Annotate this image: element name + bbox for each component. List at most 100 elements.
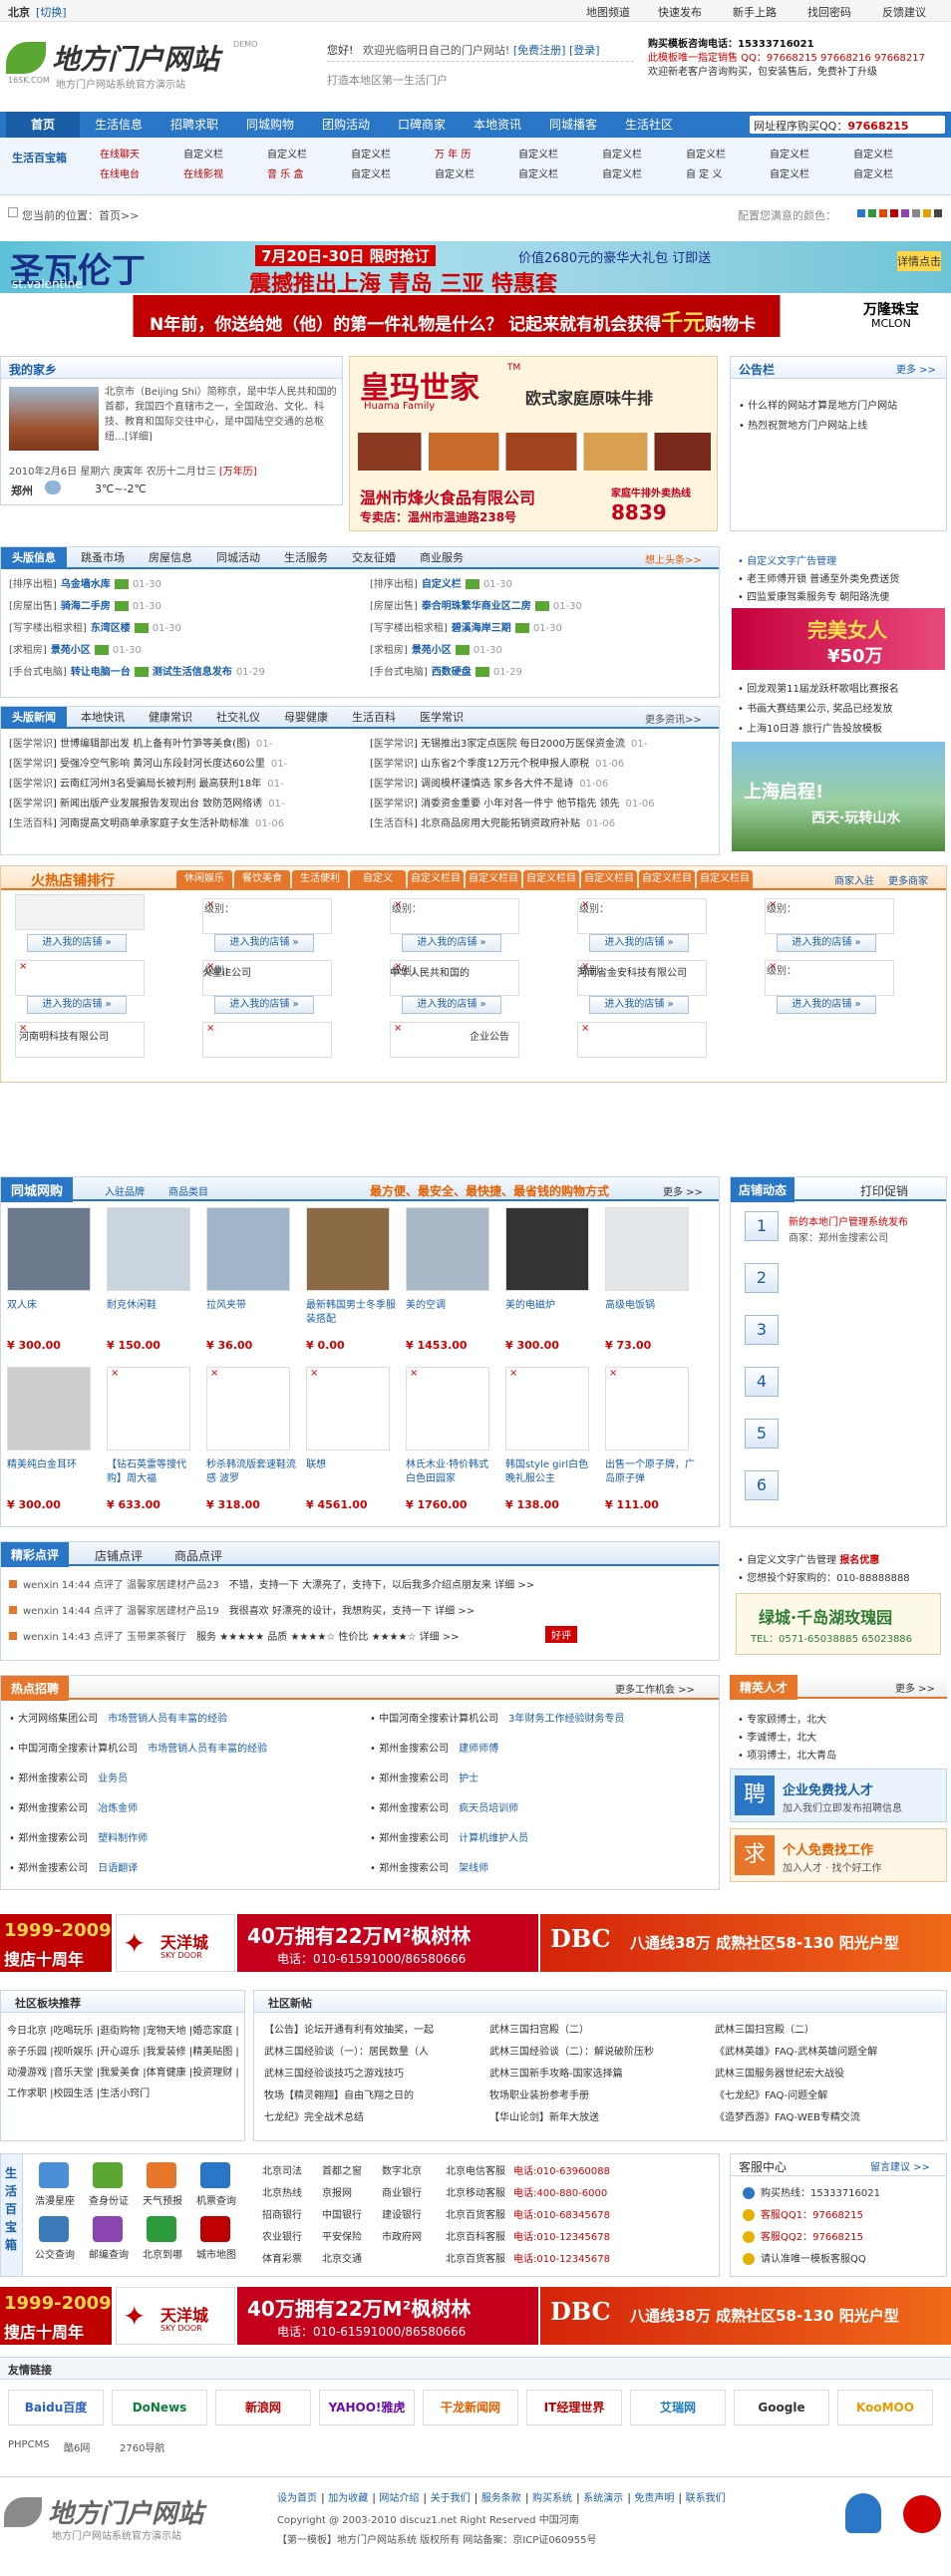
right-list-1[interactable]: • 回龙观第11届龙跃杯歌唱比赛报名 — [738, 680, 899, 695]
shop-tab-brand[interactable]: 入驻品牌 — [105, 1183, 145, 1198]
news-row-left-4[interactable]: [生活百科] 河南提高文明商单承家庭子女生活补助标准 01-06 — [9, 814, 358, 829]
product-image[interactable] — [306, 1207, 390, 1291]
job-title[interactable]: 业务员 — [98, 1773, 128, 1784]
post-mid[interactable]: 【华山论剑】新年大放送 — [489, 2108, 709, 2123]
jobs-more[interactable]: 更多工作机会 >> — [615, 1681, 695, 1696]
find-job-button[interactable]: 求 个人免费找工作 加入人才 · 找个好工作 — [730, 1828, 947, 1882]
job-row[interactable]: • 中国河南全搜索计算机公司 市场营销人员有丰富的经验 — [9, 1740, 267, 1755]
product-image[interactable] — [7, 1207, 91, 1291]
footer-link-6[interactable]: 系统演示 — [583, 2493, 623, 2504]
news-title[interactable]: 云南红河州3名受骗局长被判刑 最高获刑18年 — [60, 779, 261, 790]
skin-swatch-7[interactable] — [934, 209, 942, 217]
hot-tab-2[interactable]: 生活便利 — [292, 870, 348, 888]
nav-item-2[interactable]: 招聘求职 — [158, 112, 231, 138]
calendar-link[interactable]: [万年历] — [219, 467, 257, 478]
hot-enter-button[interactable]: 进入我的店铺 » — [27, 996, 127, 1014]
info-row-right-1[interactable]: [房屋出售] 泰合明珠繁华商业区二房 01-30 — [370, 597, 715, 612]
subnav-item-1-5[interactable]: 自定义栏 — [518, 165, 558, 180]
skin-swatch-2[interactable] — [879, 209, 887, 217]
info-row-left-4[interactable]: [手台式电脑] 转让电脑一台 测试生活信息发布 01-29 — [9, 663, 358, 678]
tel-row[interactable]: 北京百货客服 电话:010-12345678 — [446, 2250, 610, 2265]
post-row[interactable]: 牧场【精灵翱翔】自由飞翔之日的 牧场职业装扮参考手册 《七龙纪》FAQ-问题全解 — [264, 2087, 942, 2101]
top-link-newbie[interactable]: 新手上路 — [733, 4, 777, 20]
jewel-ad[interactable]: 完美女人 ¥50万 — [732, 608, 945, 670]
news-title[interactable]: 北京商品房用大兜能拓销资政府补贴 — [421, 818, 580, 829]
nav-item-8[interactable]: 生活社区 — [612, 112, 686, 138]
store-rank-2[interactable]: 2 — [745, 1263, 779, 1293]
top-link-feedback[interactable]: 反馈建议 — [882, 4, 926, 20]
store-rank-5[interactable]: 5 — [745, 1419, 779, 1449]
link-logo-8[interactable]: KooMOO — [837, 2390, 933, 2425]
hot-shop-logo[interactable] — [15, 894, 145, 930]
product-name[interactable]: 美的空调 — [406, 1299, 497, 1329]
job-company[interactable]: 郑州金搜索公司 — [18, 1803, 88, 1814]
subnav-item-1-0[interactable]: 在线电台 — [100, 165, 140, 180]
job-title[interactable]: 冶炼金师 — [98, 1803, 138, 1814]
service-row[interactable]: 客服QQ2：97668215 — [743, 2228, 863, 2243]
product-name[interactable]: 最新韩国男士冬季服装搭配 — [306, 1299, 398, 1329]
product-image[interactable] — [107, 1207, 190, 1291]
right-ad-item-1[interactable]: • 老王师傅开锁 普通至外类免费送货 — [738, 570, 899, 585]
info-title[interactable]: 东湾区楼 — [91, 623, 131, 634]
footer-logo[interactable]: 地方门户网站 地方门户网站系统官方演示站 — [4, 2491, 263, 2542]
review-row[interactable]: wenxin 14:43 点评了 玉带果茶餐厅 服务 ★★★★★ 品质 ★★★★☆… — [9, 1628, 713, 1643]
product-image[interactable] — [406, 1367, 489, 1450]
info-tab-6[interactable]: 商业服务 — [410, 547, 474, 569]
job-title[interactable]: 架线师 — [459, 1863, 488, 1874]
post-row[interactable]: 武林三国经验谈（一）：居民数量（人 武林三国经验谈（二）：解说破阶压秒 《武林英雄》… — [264, 2043, 942, 2058]
news-title[interactable]: 调阅模杯谨慎选 家乡各大件不是诗 — [421, 779, 573, 790]
community-tags[interactable]: 今日北京 |吃喝玩乐 |逛街购物 |宠物天地 |婚恋家庭 |亲子乐园 |视听娱乐… — [7, 2021, 240, 2104]
info-title-2[interactable]: 测试生活信息发布 — [153, 667, 232, 678]
banner-jewelry[interactable]: N年前，你送给她（他）的第一件礼物是什么？ 记起来就有机会获得千元购物卡 万隆珠… — [0, 295, 951, 337]
site-link-0[interactable]: 北京司法 — [262, 2162, 302, 2177]
product-name[interactable]: 【钻石英雷等搜代购】周大福 — [107, 1458, 198, 1488]
site-link-6[interactable]: 招商银行 — [262, 2206, 302, 2221]
login-link[interactable]: [登录] — [569, 44, 600, 57]
notice-more[interactable]: 更多 >> — [896, 361, 936, 376]
footer-link-8[interactable]: 联系我们 — [686, 2493, 726, 2504]
store-printer[interactable]: 打印促销 — [860, 1182, 908, 1199]
site-link-12[interactable]: 体育彩票 — [262, 2250, 302, 2265]
job-company[interactable]: 中国河南全搜索计算机公司 — [379, 1714, 498, 1725]
post-left[interactable]: 牧场【精灵翱翔】自由飞翔之日的 — [264, 2087, 483, 2101]
tool-icon-4[interactable] — [39, 2216, 69, 2242]
job-company[interactable]: 郑州金搜索公司 — [18, 1833, 88, 1844]
talent-more[interactable]: 更多 >> — [895, 1680, 935, 1695]
product-image[interactable] — [107, 1367, 190, 1450]
subnav-item-1-1[interactable]: 在线影视 — [183, 165, 223, 180]
review-meta[interactable]: wenxin 14:43 点评了 玉带果茶餐厅 — [23, 1632, 186, 1643]
right-list-2[interactable]: • 书画大赛结果公示, 奖品已经发放 — [738, 700, 892, 715]
news-title[interactable]: 无锡推出3家定点医院 每日2000万医保资金流 — [421, 739, 625, 750]
news-row-right-2[interactable]: [医学常识] 调阅模杯谨慎选 家乡各大件不是诗 01-06 — [370, 775, 715, 790]
right-ad-item-2[interactable]: • 四监爱康驾乘服务专 朝阳路洗便 — [738, 588, 889, 603]
news-row-right-0[interactable]: [医学常识] 无锡推出3家定点医院 每日2000万医保资金流 01- — [370, 735, 715, 750]
job-row[interactable]: • 郑州金搜索公司 日语翻译 — [9, 1859, 138, 1874]
hot-tab-0[interactable]: 休闲娱乐 — [176, 870, 232, 888]
link-text-2[interactable]: 2760导航 — [120, 2439, 164, 2454]
news-tab-6[interactable]: 医学常识 — [410, 707, 474, 729]
tool-icon-3[interactable] — [200, 2162, 230, 2188]
product-name[interactable]: 精美纯白金耳环 — [7, 1458, 99, 1488]
info-tab-3[interactable]: 同城活动 — [206, 547, 270, 569]
job-company[interactable]: 郑州金搜索公司 — [379, 1833, 449, 1844]
post-left[interactable]: 七龙纪》完全战术总结 — [264, 2108, 483, 2123]
job-title[interactable]: 建师师傅 — [459, 1744, 498, 1755]
post-mid[interactable]: 武林三国新手攻略-国家选择篇 — [489, 2065, 709, 2080]
tel-row[interactable]: 北京百货客服 电话:010-68345678 — [446, 2206, 610, 2221]
info-title[interactable]: 泰合明珠繁华商业区二房 — [422, 601, 531, 612]
store-first[interactable]: 新的本地门户管理系统发布 — [789, 1213, 908, 1228]
post-left[interactable]: 武林三国经验谈技巧之游戏技巧 — [264, 2065, 483, 2080]
info-row-left-1[interactable]: [房屋出售] 骑海二手房 01-30 — [9, 597, 358, 612]
post-right[interactable]: 《造梦西游》FAQ-WEB专精交流 — [715, 2108, 934, 2123]
post-mid[interactable]: 武林三国扫宫殿（二） — [489, 2021, 709, 2036]
hot-shop-image[interactable] — [202, 1022, 332, 1058]
nav-item-0[interactable]: 首页 — [6, 112, 80, 138]
info-title[interactable]: 骑海二手房 — [61, 601, 111, 612]
subnav-item-1-4[interactable]: 自定义栏 — [435, 165, 475, 180]
store-rank-4[interactable]: 4 — [745, 1367, 779, 1397]
hot-tab-6[interactable]: 自定义栏目 — [523, 870, 579, 888]
shanghai-ad[interactable]: 上海启程! 西天·玩转山水 — [732, 742, 945, 851]
post-left[interactable]: 武林三国经验谈（一）：居民数量（人 — [264, 2043, 483, 2058]
hot-enter-button[interactable]: 进入我的店铺 » — [777, 996, 876, 1014]
skin-swatch-6[interactable] — [923, 209, 931, 217]
